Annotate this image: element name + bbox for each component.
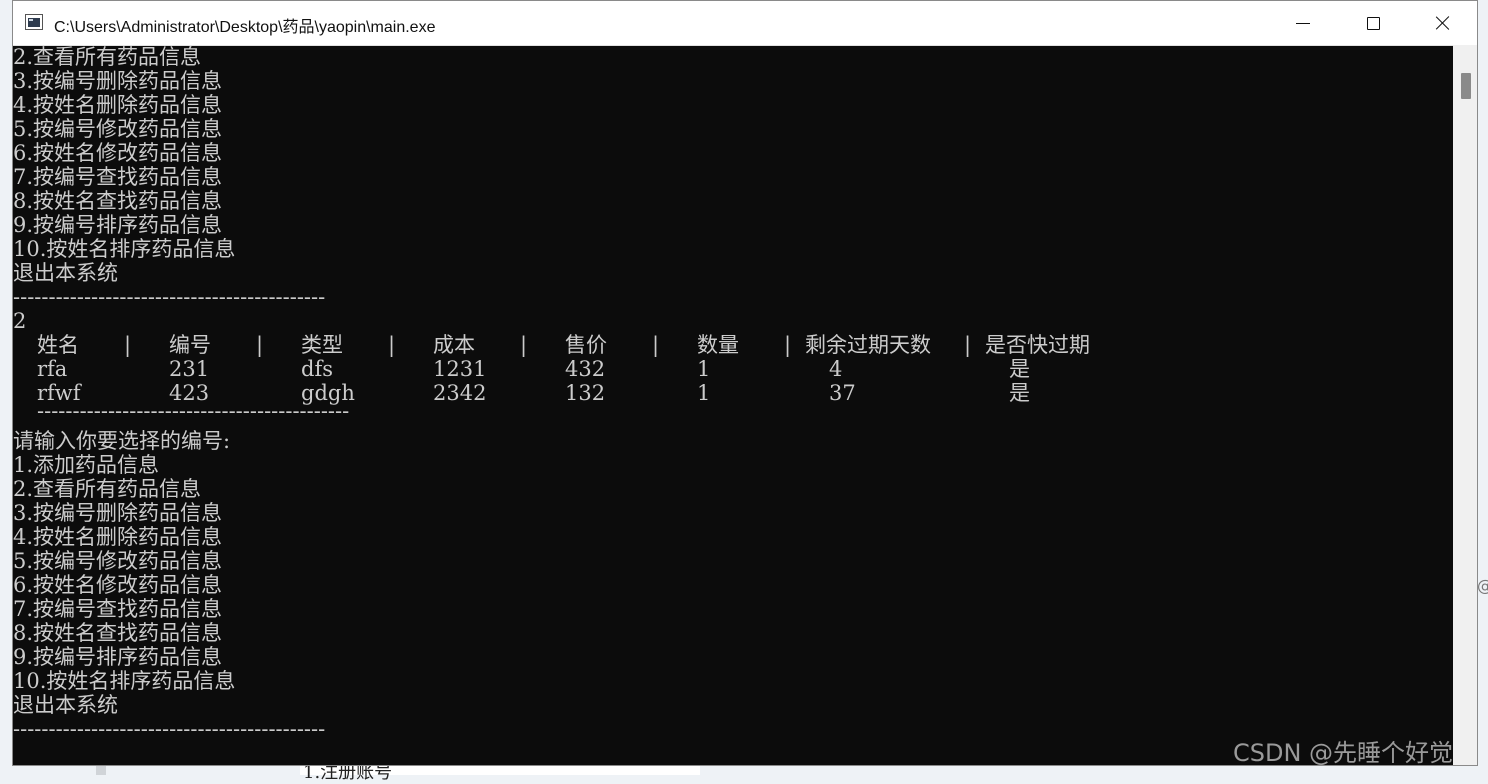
minimize-button[interactable] <box>1268 1 1338 45</box>
table-cell: 37 <box>829 381 856 405</box>
table-cell: rfa <box>37 357 68 381</box>
menu-line: 3.按编号删除药品信息 <box>13 501 223 525</box>
table-cell: 是 <box>1009 357 1030 381</box>
column-separator: | <box>784 333 792 357</box>
menu-line: 4.按姓名删除药品信息 <box>13 93 223 117</box>
menu-line: 2.查看所有药品信息 <box>13 45 202 69</box>
column-separator: | <box>964 333 972 357</box>
table-cell: 1 <box>697 381 711 405</box>
menu-line: 8.按姓名查找药品信息 <box>13 189 223 213</box>
menu-line: 10.按姓名排序药品信息 <box>13 669 236 693</box>
table-header-name: 姓名 <box>37 333 79 357</box>
table-cell: 2342 <box>433 381 487 405</box>
menu-line: 5.按编号修改药品信息 <box>13 549 223 573</box>
menu-line: 6.按姓名修改药品信息 <box>13 141 223 165</box>
vertical-scrollbar[interactable] <box>1453 45 1477 765</box>
menu-line: 9.按编号排序药品信息 <box>13 213 223 237</box>
menu-line: 7.按编号查找药品信息 <box>13 597 223 621</box>
table-header-code: 编号 <box>169 333 211 357</box>
column-separator: | <box>256 333 264 357</box>
menu-line: 6.按姓名修改药品信息 <box>13 573 223 597</box>
close-button[interactable] <box>1408 1 1478 45</box>
maximize-button[interactable] <box>1338 1 1408 45</box>
scrollbar-thumb[interactable] <box>1461 73 1471 99</box>
column-separator: | <box>652 333 660 357</box>
column-separator: | <box>124 333 132 357</box>
table-cell: dfs <box>301 357 333 381</box>
prompt-line: 请输入你要选择的编号: <box>13 429 231 453</box>
table-header-cost: 成本 <box>433 333 475 357</box>
minimize-icon <box>1296 22 1310 24</box>
table-cell: 432 <box>565 357 606 381</box>
table-divider: ----------------------------------------… <box>37 399 350 423</box>
menu-line: 7.按编号查找药品信息 <box>13 165 223 189</box>
table-header-days-left: 剩余过期天数 <box>805 333 931 357</box>
table-cell: 4 <box>829 357 843 381</box>
table-cell: 1 <box>697 357 711 381</box>
menu-line: 1.添加药品信息 <box>13 453 160 477</box>
column-separator: | <box>388 333 396 357</box>
divider-line: ----------------------------------------… <box>13 717 326 741</box>
close-icon <box>1435 15 1451 31</box>
table-cell: 1231 <box>433 357 487 381</box>
menu-line: 3.按编号删除药品信息 <box>13 69 223 93</box>
input-choice: 2 <box>13 309 27 333</box>
console-window: C:\Users\Administrator\Desktop\药品\yaopin… <box>12 0 1478 766</box>
background-at-glyph: @ <box>1477 576 1488 595</box>
menu-line: 10.按姓名排序药品信息 <box>13 237 236 261</box>
title-bar[interactable]: C:\Users\Administrator\Desktop\药品\yaopin… <box>13 1 1477 46</box>
console-app-icon <box>25 14 43 30</box>
table-header-type: 类型 <box>301 333 343 357</box>
table-cell: 132 <box>565 381 606 405</box>
menu-line: 退出本系统 <box>13 261 118 285</box>
menu-line: 9.按编号排序药品信息 <box>13 645 223 669</box>
menu-line: 4.按姓名删除药品信息 <box>13 525 223 549</box>
table-header-price: 售价 <box>565 333 607 357</box>
console-output[interactable]: 2.查看所有药品信息 3.按编号删除药品信息 4.按姓名删除药品信息 5.按编号… <box>13 45 1453 765</box>
menu-line: 2.查看所有药品信息 <box>13 477 202 501</box>
table-cell: 是 <box>1009 381 1030 405</box>
menu-line: 8.按姓名查找药品信息 <box>13 621 223 645</box>
watermark: CSDN @先睡个好觉 <box>1233 739 1454 767</box>
divider-line: ----------------------------------------… <box>13 285 326 309</box>
table-cell: 231 <box>169 357 210 381</box>
maximize-icon <box>1366 16 1380 30</box>
table-header-quantity: 数量 <box>697 333 739 357</box>
menu-line: 退出本系统 <box>13 693 118 717</box>
menu-line: 5.按编号修改药品信息 <box>13 117 223 141</box>
window-title: C:\Users\Administrator\Desktop\药品\yaopin… <box>54 19 436 36</box>
column-separator: | <box>520 333 528 357</box>
table-header-expiring: 是否快过期 <box>985 333 1090 357</box>
